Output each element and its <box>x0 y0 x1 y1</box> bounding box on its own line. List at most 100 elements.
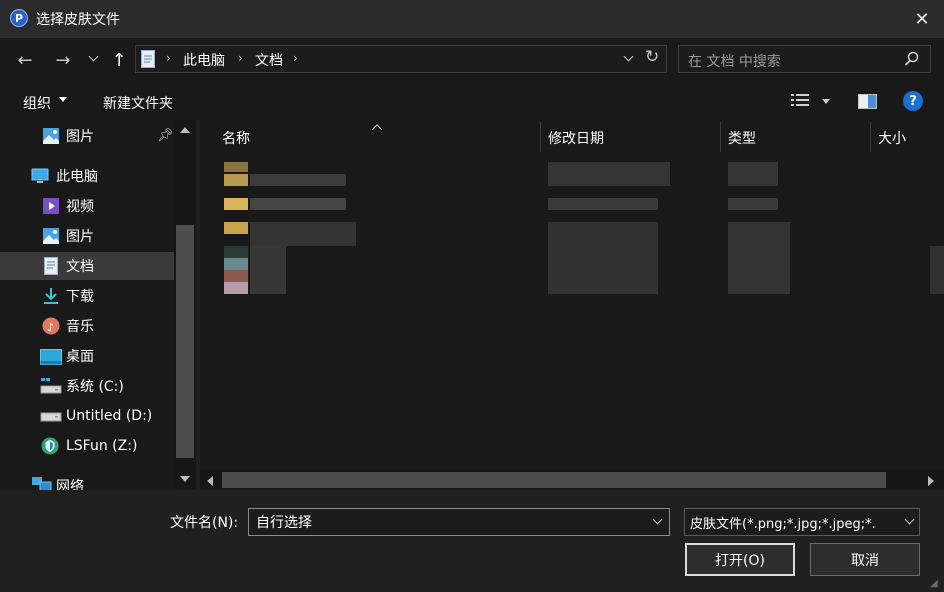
arrow-up-icon: ↑ <box>111 49 127 71</box>
scroll-down-icon[interactable] <box>180 476 190 482</box>
documents-icon <box>44 257 58 275</box>
column-header-modified[interactable]: 修改日期 <box>548 128 604 148</box>
blurred-filename <box>250 246 286 294</box>
column-divider[interactable] <box>870 122 871 152</box>
column-header-type[interactable]: 类型 <box>728 128 756 148</box>
sidebar-item-desktop[interactable]: 桌面 <box>0 342 174 370</box>
scroll-up-icon[interactable] <box>180 127 190 133</box>
sidebar-item-music[interactable]: ♪ 音乐 <box>0 312 174 340</box>
sidebar-item-downloads[interactable]: 下载 <box>0 282 174 310</box>
sidebar-item-label: 网络 <box>56 479 84 490</box>
computer-icon <box>31 168 49 183</box>
filename-label: 文件名(N): <box>170 515 239 531</box>
breadcrumb-separator-icon: › <box>238 51 243 65</box>
drive-d-icon <box>40 412 62 422</box>
blurred-date <box>548 198 658 210</box>
window-title: 选择皮肤文件 <box>36 12 120 28</box>
back-button[interactable]: ← <box>12 46 38 74</box>
blurred-type <box>728 162 778 186</box>
sidebar-item-this-pc[interactable]: 此电脑 <box>0 162 174 190</box>
cancel-button[interactable]: 取消 <box>810 543 920 576</box>
filetype-value: 皮肤文件(*.png;*.jpg;*.jpeg;*. <box>690 516 876 532</box>
blurred-filename <box>250 222 356 246</box>
navigation-pane: 图片 📌︎ 此电脑 视频 图片 文档 下载 ♪ 音乐 桌面 系统 (C:) Un… <box>0 120 196 490</box>
open-button[interactable]: 打开(O) <box>685 543 795 576</box>
documents-icon <box>141 50 155 68</box>
preview-pane-icon[interactable] <box>858 94 877 109</box>
pictures-icon <box>43 228 59 244</box>
sidebar-item-label: 图片 <box>66 129 94 145</box>
folder-icon <box>224 174 248 186</box>
filename-input[interactable]: 自行选择 <box>248 508 670 536</box>
address-dropdown-button[interactable] <box>622 51 636 66</box>
column-header-size[interactable]: 大小 <box>878 128 906 148</box>
refresh-icon: ↻ <box>645 47 660 67</box>
sidebar-item-label: 音乐 <box>66 319 94 335</box>
chevron-down-icon <box>88 51 99 62</box>
view-dropdown-icon[interactable] <box>822 99 830 104</box>
organize-button[interactable]: 组织 <box>23 93 51 113</box>
breadcrumb-item-documents[interactable]: 文档 <box>255 50 283 70</box>
breadcrumb-separator-icon: › <box>166 51 171 65</box>
new-folder-button[interactable]: 新建文件夹 <box>103 93 173 113</box>
search-placeholder: 在 文档 中搜索 <box>688 54 781 70</box>
file-icon <box>224 258 248 270</box>
pin-icon: 📌︎ <box>157 128 174 143</box>
sidebar-item-label: 桌面 <box>66 349 94 365</box>
column-divider[interactable] <box>720 122 721 152</box>
sidebar-item-pictures[interactable]: 图片 <box>0 222 174 250</box>
sidebar-item-documents[interactable]: 文档 <box>0 252 174 280</box>
dialog-footer <box>0 490 944 592</box>
sidebar-item-drive-z[interactable]: LSFun (Z:) <box>0 432 174 460</box>
sidebar-item-network[interactable]: 网络 <box>0 472 174 490</box>
blurred-date <box>548 162 670 186</box>
sidebar-item-label: 图片 <box>66 229 94 245</box>
view-options-icon[interactable] <box>791 93 811 109</box>
column-header-name[interactable]: 名称 <box>222 128 250 148</box>
sidebar-scrollbar-thumb[interactable] <box>176 225 194 458</box>
network-icon <box>32 477 52 490</box>
arrow-right-icon: → <box>55 49 71 71</box>
file-icon <box>224 282 248 294</box>
title-bar <box>0 0 944 38</box>
up-button[interactable]: ↑ <box>108 46 130 74</box>
file-icon <box>224 270 248 282</box>
resize-grip-icon[interactable]: ◢ <box>930 578 938 589</box>
column-divider[interactable] <box>540 122 541 152</box>
chevron-down-icon <box>623 51 634 62</box>
filename-value: 自行选择 <box>256 515 312 531</box>
folder-icon <box>224 222 248 234</box>
forward-button[interactable]: → <box>50 46 76 74</box>
sidebar-item-label: 视频 <box>66 199 94 215</box>
app-icon: P <box>10 9 28 27</box>
close-button[interactable]: ✕ <box>900 2 944 36</box>
pictures-icon <box>43 128 59 144</box>
help-icon[interactable]: ? <box>903 91 923 111</box>
sidebar-item-drive-c[interactable]: 系统 (C:) <box>0 372 174 400</box>
download-icon <box>44 288 58 304</box>
folder-icon <box>224 198 248 210</box>
sidebar-item-pictures-pinned[interactable]: 图片 📌︎ <box>0 122 174 150</box>
scroll-right-icon[interactable] <box>928 476 934 486</box>
breadcrumb-separator-icon: › <box>293 51 298 65</box>
horizontal-scrollbar-thumb[interactable] <box>222 472 886 488</box>
blurred-filename <box>250 174 346 186</box>
blurred-filename <box>250 198 346 210</box>
triangle-down-icon <box>59 97 67 102</box>
sidebar-item-drive-d[interactable]: Untitled (D:) <box>0 402 174 430</box>
scroll-left-icon[interactable] <box>207 476 213 486</box>
filetype-select[interactable]: 皮肤文件(*.png;*.jpg;*.jpeg;*. <box>684 508 920 536</box>
blurred-size <box>930 246 944 294</box>
search-icon[interactable] <box>904 51 920 67</box>
recent-locations-button[interactable] <box>88 51 100 66</box>
folder-icon <box>224 162 248 172</box>
sidebar-item-label: 文档 <box>66 259 94 275</box>
sidebar-item-label: 此电脑 <box>56 169 98 185</box>
network-drive-icon <box>41 437 59 455</box>
refresh-button[interactable]: ↻ <box>645 47 659 67</box>
videos-icon <box>43 198 59 214</box>
close-icon: ✕ <box>914 8 930 30</box>
breadcrumb-item-this-pc[interactable]: 此电脑 <box>183 50 225 70</box>
sidebar-item-videos[interactable]: 视频 <box>0 192 174 220</box>
blurred-date <box>548 222 658 294</box>
